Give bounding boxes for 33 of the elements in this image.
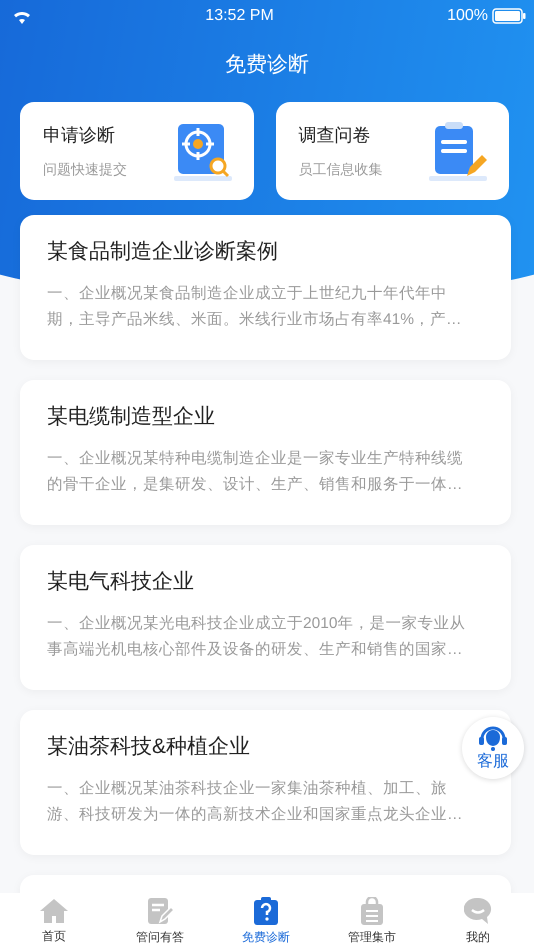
case-card[interactable]: 某电气科技企业 一、企业概况某光电科技企业成立于2010年，是一家专业从事高端光机电核心部件及设备的研发、生产和销售的国家… xyxy=(20,545,511,690)
case-title: 某电缆制造型企业 xyxy=(47,404,216,430)
home-icon xyxy=(39,898,69,924)
case-summary: 一、企业概况某油茶科技企业一家集油茶种植、加工、旅游、科技研发为一体的高新技术企业和国家重点龙头企业… xyxy=(47,779,464,825)
shopping-bag-icon xyxy=(360,897,384,925)
tab-item[interactable]: 我的 xyxy=(442,893,514,950)
case-title: 某油茶科技&种植企业 xyxy=(47,734,252,760)
action-subtitle: 员工信息收集 xyxy=(298,161,382,179)
action-title: 申请诊断 xyxy=(43,124,116,147)
action-card[interactable]: 调查问卷 员工信息收集 xyxy=(276,102,509,200)
status-time: 13:52 PM xyxy=(205,7,274,25)
case-summary: 一、企业概况某食品制造企业成立于上世纪九十年代年中期，主导产品米线、米面。米线行业市场占有率41%，产… xyxy=(47,284,463,330)
clipboard-pencil-icon xyxy=(427,120,489,182)
action-card[interactable]: 申请诊断 问题快速提交 xyxy=(20,102,254,200)
tab-item[interactable]: 首页 xyxy=(18,893,90,950)
battery-percent: 100% xyxy=(447,7,488,25)
case-title: 某电气科技企业 xyxy=(47,569,195,595)
headset-icon xyxy=(478,724,508,750)
case-title: 某食品制造企业诊断案例 xyxy=(47,239,279,265)
case-card[interactable]: 某食品制造企业诊断案例 一、企业概况某食品制造企业成立于上世纪九十年代年中期，主导产品米线、米面。米线行业市场占有率41%，产… xyxy=(20,215,511,360)
case-card[interactable]: 某电缆制造型企业 一、企业概况某特种电缆制造企业是一家专业生产特种线缆的骨干企业，是集研发、设计、生产、销售和服务于一体… xyxy=(20,380,511,525)
tab-item[interactable]: 管理集市 xyxy=(336,893,408,950)
battery-icon xyxy=(492,8,526,24)
tab-item[interactable]: 管问有答 xyxy=(124,893,196,950)
clipboard-question-icon xyxy=(253,897,279,925)
chat-bubble-icon xyxy=(464,897,492,925)
case-summary: 一、企业概况某特种电缆制造企业是一家专业生产特种线缆的骨干企业，是集研发、设计、生产、销售和服务于一体… xyxy=(47,449,464,495)
page-title: 免费诊断 xyxy=(224,52,310,78)
tab-item[interactable]: 免费诊断 xyxy=(230,893,302,950)
action-title: 调查问卷 xyxy=(298,124,372,147)
note-pencil-icon xyxy=(146,897,174,925)
case-summary: 一、企业概况某光电科技企业成立于2010年，是一家专业从事高端光机电核心部件及设备的研发、生产和销售的国家… xyxy=(47,614,466,660)
action-subtitle: 问题快速提交 xyxy=(43,161,127,179)
